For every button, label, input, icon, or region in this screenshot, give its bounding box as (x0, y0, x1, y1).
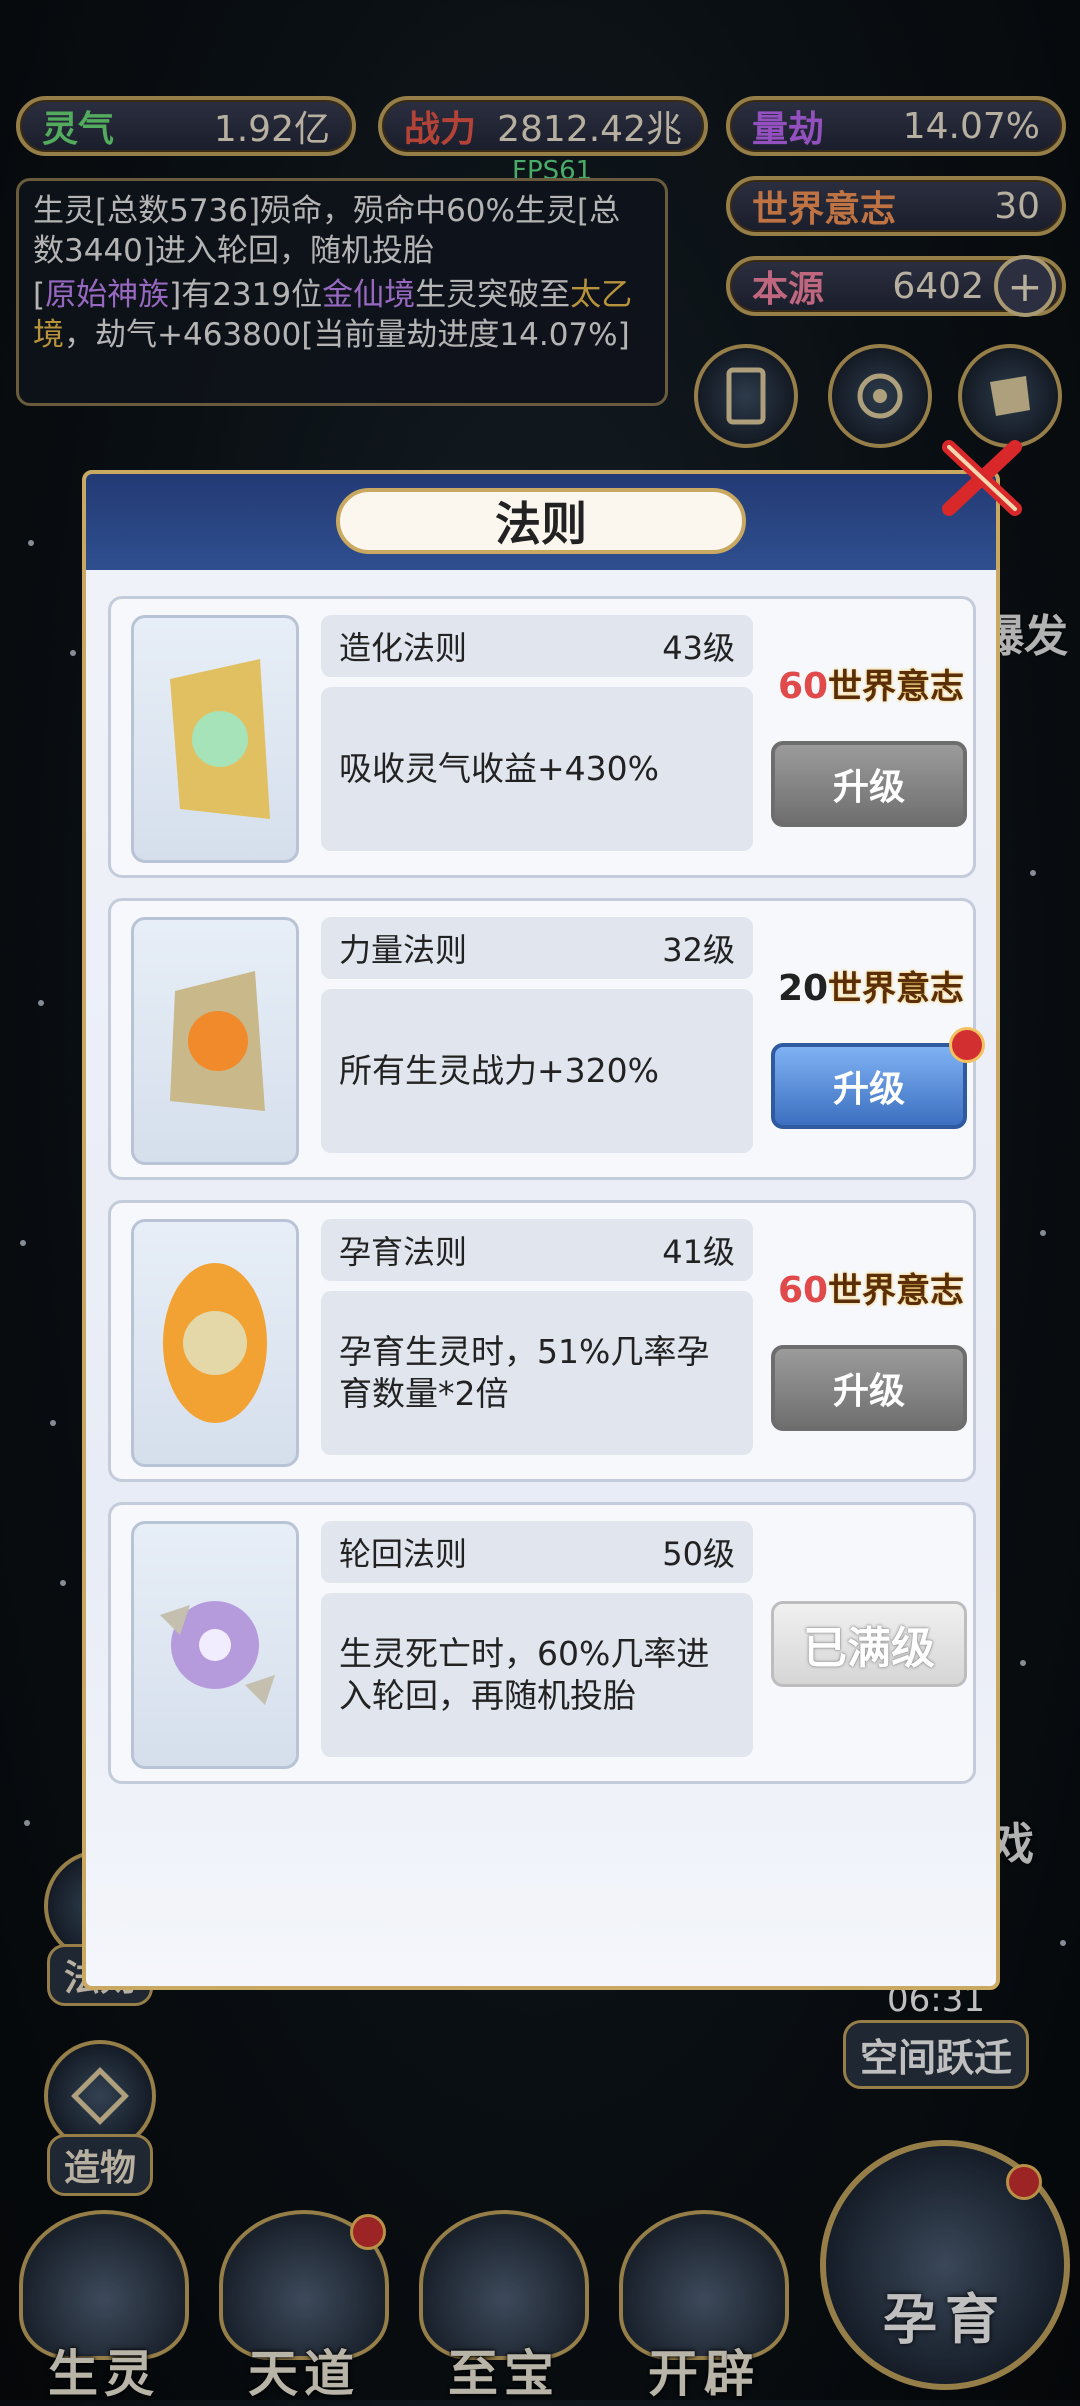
maxed-button: 已满级 (771, 1601, 967, 1687)
creation-law-image (131, 615, 299, 863)
law-cost: 60世界意志 (777, 1270, 965, 1311)
law-card: 轮回法则 50级 生灵死亡时，60%几率进入轮回，再随机投胎 已满级 (108, 1502, 976, 1784)
law-card: 造化法则 43级 吸收灵气收益+430% 60世界意志 升级 (108, 596, 976, 878)
law-level: 43级 (662, 629, 735, 667)
law-name: 孕育法则 (339, 1233, 468, 1271)
law-description: 生灵死亡时，60%几率进入轮回，再随机投胎 (321, 1593, 753, 1757)
close-icon (942, 440, 1022, 516)
law-level: 50级 (662, 1535, 735, 1573)
notification-dot (949, 1027, 985, 1063)
upgrade-button[interactable]: 升级 (771, 1043, 967, 1129)
law-card: 力量法则 32级 所有生灵战力+320% 20世界意志 升级 (108, 898, 985, 1180)
law-name-row: 孕育法则 41级 (321, 1219, 753, 1281)
law-card: 孕育法则 41级 孕育生灵时，51%几率孕育数量*2倍 60世界意志 升级 (108, 1200, 976, 1482)
modal-header: 法则 (86, 474, 996, 570)
law-description: 孕育生灵时，51%几率孕育数量*2倍 (321, 1291, 753, 1455)
law-level: 41级 (662, 1233, 735, 1271)
close-button[interactable] (936, 432, 1028, 524)
law-modal: 法则 造化法则 43级 吸收灵气收益+430% 60世界意志 升级 力量法则 3… (82, 470, 1000, 1990)
law-level: 32级 (662, 931, 735, 969)
power-law-image (131, 917, 299, 1165)
modal-title: 法则 (336, 488, 746, 554)
law-description: 所有生灵战力+320% (321, 989, 753, 1153)
law-description: 吸收灵气收益+430% (321, 687, 753, 851)
law-name: 造化法则 (339, 629, 468, 667)
law-name: 轮回法则 (339, 1535, 468, 1573)
law-name-row: 力量法则 32级 (321, 917, 753, 979)
law-name: 力量法则 (339, 931, 468, 969)
law-cost: 20世界意志 (777, 968, 965, 1009)
reincarnation-law-image (131, 1521, 299, 1769)
law-name-row: 轮回法则 50级 (321, 1521, 753, 1583)
nurture-law-image (131, 1219, 299, 1467)
law-cost: 60世界意志 (777, 666, 965, 707)
law-name-row: 造化法则 43级 (321, 615, 753, 677)
upgrade-button[interactable]: 升级 (771, 1345, 967, 1431)
upgrade-button[interactable]: 升级 (771, 741, 967, 827)
